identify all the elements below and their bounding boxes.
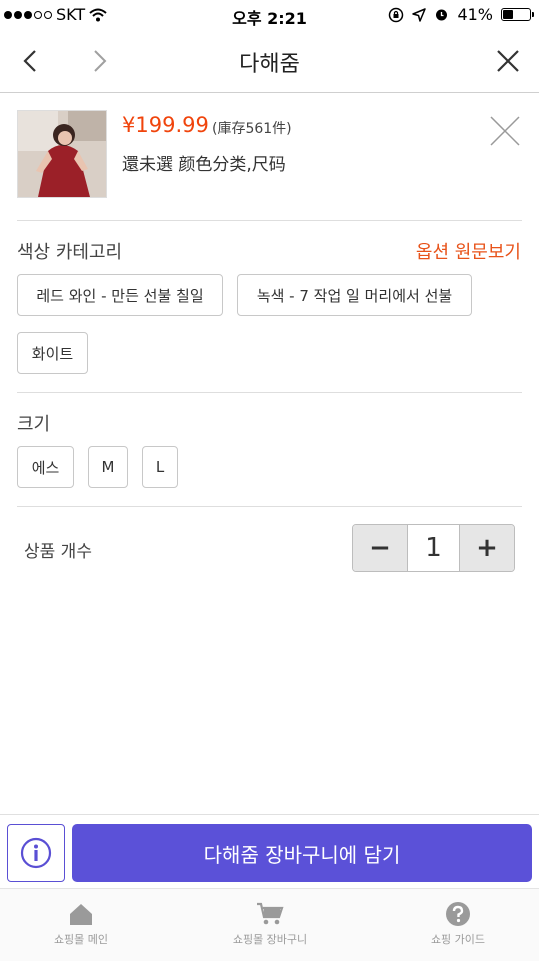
color-option-red-wine[interactable]: 레드 와인 - 만든 선불 칠일 — [17, 274, 223, 316]
tab-label: 쇼핑 가이드 — [430, 933, 486, 946]
tab-label: 쇼핑몰 장바구니 — [232, 933, 308, 946]
add-to-cart-button[interactable]: 다해줌 장바구니에 담기 — [72, 824, 532, 882]
battery-icon — [501, 8, 534, 21]
tab-label: 쇼핑몰 메인 — [53, 933, 109, 946]
product-thumbnail — [17, 110, 107, 198]
status-bar: SKT 오후 2:21 41% — [0, 0, 539, 30]
decrement-button[interactable]: − — [353, 525, 407, 571]
color-section-title: 색상 카테고리 — [17, 242, 123, 263]
quantity-label: 상품 개수 — [24, 542, 92, 562]
size-section-title: 크기 — [17, 414, 51, 435]
product-summary: ¥199.99 (庫存561件) 還未選 颜色分类,尺码 — [17, 110, 522, 220]
cart-icon — [257, 902, 284, 925]
location-icon — [412, 7, 427, 22]
alarm-icon — [436, 9, 448, 21]
divider — [17, 506, 522, 507]
size-option-s[interactable]: 에스 — [17, 446, 74, 488]
product-stock: (庫存561件) — [212, 121, 292, 137]
tab-bar: 쇼핑몰 메인 쇼핑몰 장바구니 쇼핑 가이드 — [0, 888, 539, 961]
quantity-stepper: − 1 + — [352, 524, 515, 572]
size-option-l[interactable]: L — [142, 446, 178, 488]
tab-shopping-guide[interactable]: 쇼핑 가이드 — [393, 901, 523, 947]
dismiss-icon[interactable] — [488, 114, 522, 148]
tab-shopping-main[interactable]: 쇼핑몰 메인 — [16, 901, 146, 947]
nav-bar: 다해줌 — [0, 30, 539, 93]
help-icon — [446, 902, 470, 926]
size-option-m[interactable]: M — [88, 446, 128, 488]
product-variant: 還未選 颜色分类,尺码 — [122, 155, 286, 175]
battery-percent: 41% — [457, 5, 493, 24]
close-icon[interactable] — [491, 44, 525, 78]
bottom-action-bar: 다해줌 장바구니에 담기 — [0, 814, 539, 889]
tab-shopping-cart[interactable]: 쇼핑몰 장바구니 — [205, 901, 335, 947]
rotation-lock-icon — [389, 7, 404, 22]
divider — [17, 220, 522, 221]
info-icon — [20, 837, 52, 869]
quantity-value[interactable]: 1 — [407, 525, 460, 571]
color-option-white[interactable]: 화이트 — [17, 332, 88, 374]
status-right: 41% — [388, 5, 534, 24]
color-option-green[interactable]: 녹색 - 7 작업 일 머리에서 선불 — [237, 274, 472, 316]
page-title: 다해줌 — [239, 52, 300, 77]
divider — [17, 392, 522, 393]
original-options-link[interactable]: 옵션 원문보기 — [416, 238, 521, 264]
increment-button[interactable]: + — [460, 525, 514, 571]
info-button[interactable] — [7, 824, 65, 882]
home-icon — [70, 904, 92, 925]
product-price: ¥199.99 — [122, 113, 209, 137]
